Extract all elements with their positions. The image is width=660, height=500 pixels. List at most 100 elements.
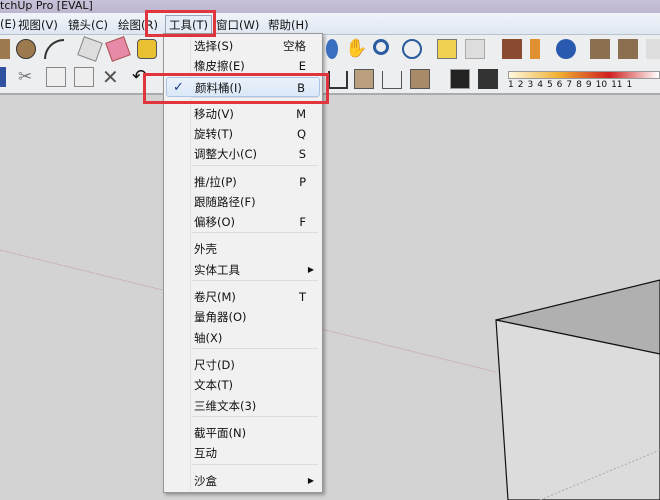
menu-item-label: 截平面(N) xyxy=(194,426,247,440)
menu-item-rotate[interactable]: 旋转(T) Q xyxy=(166,124,320,144)
front-view-icon[interactable] xyxy=(328,71,348,89)
menu-item-protractor[interactable]: 量角器(O) xyxy=(166,307,320,327)
google-earth-icon[interactable] xyxy=(556,39,576,59)
get-photo-texture-icon[interactable] xyxy=(437,39,457,59)
scale-number: 5 xyxy=(546,80,553,90)
scale-number: 6 xyxy=(556,80,563,90)
menu-separator xyxy=(192,416,318,417)
menu-separator xyxy=(192,165,318,166)
menu-item-label: 实体工具 xyxy=(194,263,240,277)
get-models-icon[interactable] xyxy=(590,39,610,59)
menu-edit[interactable]: (E) xyxy=(0,17,16,31)
menu-item-interact[interactable]: 互动 xyxy=(166,443,320,463)
building-icon[interactable] xyxy=(502,39,522,59)
zoom-extents-icon[interactable] xyxy=(402,39,422,59)
top-view-icon[interactable] xyxy=(354,69,374,89)
arc-icon[interactable] xyxy=(44,39,64,59)
menu-item-solid-tools[interactable]: 实体工具 ▶ xyxy=(166,260,320,280)
menu-item-axes[interactable]: 轴(X) xyxy=(166,328,320,348)
menu-item-label: 偏移(O) xyxy=(194,215,236,229)
scale-number: 3 xyxy=(527,80,534,90)
menu-item-scale[interactable]: 调整大小(C) S xyxy=(166,144,320,164)
menu-camera[interactable]: 镜头(C) xyxy=(68,17,108,33)
menu-item-shortcut: S xyxy=(298,147,306,161)
menu-item-label: 调整大小(C) xyxy=(194,147,258,161)
scale-number: 1 xyxy=(626,80,633,90)
highlight-box-tools-menu xyxy=(145,10,216,37)
menu-help[interactable]: 帮助(H) xyxy=(268,17,309,33)
cut-icon[interactable]: ✂ xyxy=(18,67,38,87)
orbit-icon[interactable] xyxy=(326,39,338,59)
back-view-icon[interactable] xyxy=(410,69,430,89)
menu-item-label: 互动 xyxy=(194,446,217,460)
menu-item-sandbox[interactable]: 沙盒 ▶ xyxy=(166,471,320,491)
window-title: tchUp Pro [EVAL] xyxy=(0,0,93,12)
menu-item-select[interactable]: 选择(S) 空格 xyxy=(166,36,320,56)
rectangle-icon[interactable] xyxy=(0,39,10,59)
pan-icon[interactable]: ✋ xyxy=(345,39,367,59)
menu-view[interactable]: 视图(V) xyxy=(18,17,58,33)
menu-item-follow-me[interactable]: 跟随路径(F) xyxy=(166,192,320,212)
model-info-icon[interactable] xyxy=(450,69,470,89)
menu-item-label: 三维文本(3) xyxy=(194,399,257,413)
submenu-arrow-icon: ▶ xyxy=(307,476,314,485)
menu-item-push-pull[interactable]: 推/拉(P) P xyxy=(166,172,320,192)
drawing-canvas[interactable] xyxy=(0,95,660,500)
scale-number: 11 xyxy=(611,80,623,90)
menu-item-shortcut: 空格 xyxy=(283,39,306,53)
scale-number: 9 xyxy=(585,80,592,90)
menu-item-dimension[interactable]: 尺寸(D) xyxy=(166,355,320,375)
menu-item-label: 跟随路径(F) xyxy=(194,195,256,209)
menu-item-label: 轴(X) xyxy=(194,331,223,345)
menu-item-label: 选择(S) xyxy=(194,39,234,53)
eraser-icon[interactable] xyxy=(105,36,131,62)
tape-measure-icon[interactable] xyxy=(137,39,157,59)
scale-number: 7 xyxy=(566,80,573,90)
menu-item-shortcut: M xyxy=(296,107,306,121)
menu-item-text[interactable]: 文本(T) xyxy=(166,375,320,395)
highlight-box-paint-bucket xyxy=(143,73,329,104)
title-bar: tchUp Pro [EVAL] xyxy=(0,0,660,13)
menu-item-section-plane[interactable]: 截平面(N) xyxy=(166,423,320,443)
toolbar: ✂ ✕ ↶ ✋ 1 2 3 4 5 6 7 8 9 10 11 1 xyxy=(0,35,660,95)
scale-numbers: 1 2 3 4 5 6 7 8 9 10 11 1 xyxy=(508,80,660,90)
delete-icon[interactable]: ✕ xyxy=(102,67,122,87)
share-component-icon[interactable] xyxy=(646,39,660,59)
photo-texture-icon[interactable] xyxy=(465,39,485,59)
menu-separator xyxy=(192,464,318,465)
share-model-icon[interactable] xyxy=(618,39,638,59)
place-model-icon[interactable] xyxy=(530,39,540,59)
menu-item-offset[interactable]: 偏移(O) F xyxy=(166,212,320,232)
menu-item-label: 移动(V) xyxy=(194,107,234,121)
menu-window[interactable]: 窗口(W) xyxy=(216,17,259,33)
submenu-arrow-icon: ▶ xyxy=(307,265,314,274)
make-component-icon[interactable] xyxy=(77,36,103,62)
scale-number: 1 xyxy=(508,80,514,90)
shadow-icon[interactable] xyxy=(478,69,498,89)
menu-item-shortcut: P xyxy=(299,175,306,189)
scale-number: 10 xyxy=(595,80,608,90)
menu-item-shortcut: T xyxy=(298,290,306,304)
menu-separator xyxy=(192,280,318,281)
menu-item-label: 旋转(T) xyxy=(194,127,233,141)
menu-item-shortcut: F xyxy=(299,215,306,229)
menu-separator xyxy=(192,348,318,349)
right-view-icon[interactable] xyxy=(382,71,402,89)
time-slider[interactable] xyxy=(508,71,660,79)
menu-item-3d-text[interactable]: 三维文本(3) xyxy=(166,396,320,416)
paste-icon[interactable] xyxy=(74,67,94,87)
select-icon[interactable] xyxy=(0,67,6,87)
menu-item-shortcut: Q xyxy=(296,127,306,141)
menu-item-label: 外壳 xyxy=(194,242,217,256)
menu-separator xyxy=(192,232,318,233)
circle-icon[interactable] xyxy=(16,39,36,59)
menu-item-label: 尺寸(D) xyxy=(194,358,235,372)
copy-icon[interactable] xyxy=(46,67,66,87)
menu-item-label: 文本(T) xyxy=(194,378,233,392)
menu-item-move[interactable]: 移动(V) M xyxy=(166,104,320,124)
menu-item-label: 量角器(O) xyxy=(194,310,247,324)
menubar: (E) 视图(V) 镜头(C) 绘图(R) 工具(T) 窗口(W) 帮助(H) xyxy=(0,13,660,35)
menu-item-outer-shell[interactable]: 外壳 xyxy=(166,239,320,259)
zoom-icon[interactable] xyxy=(373,39,389,55)
menu-item-tape-measure[interactable]: 卷尺(M) T xyxy=(166,287,320,307)
